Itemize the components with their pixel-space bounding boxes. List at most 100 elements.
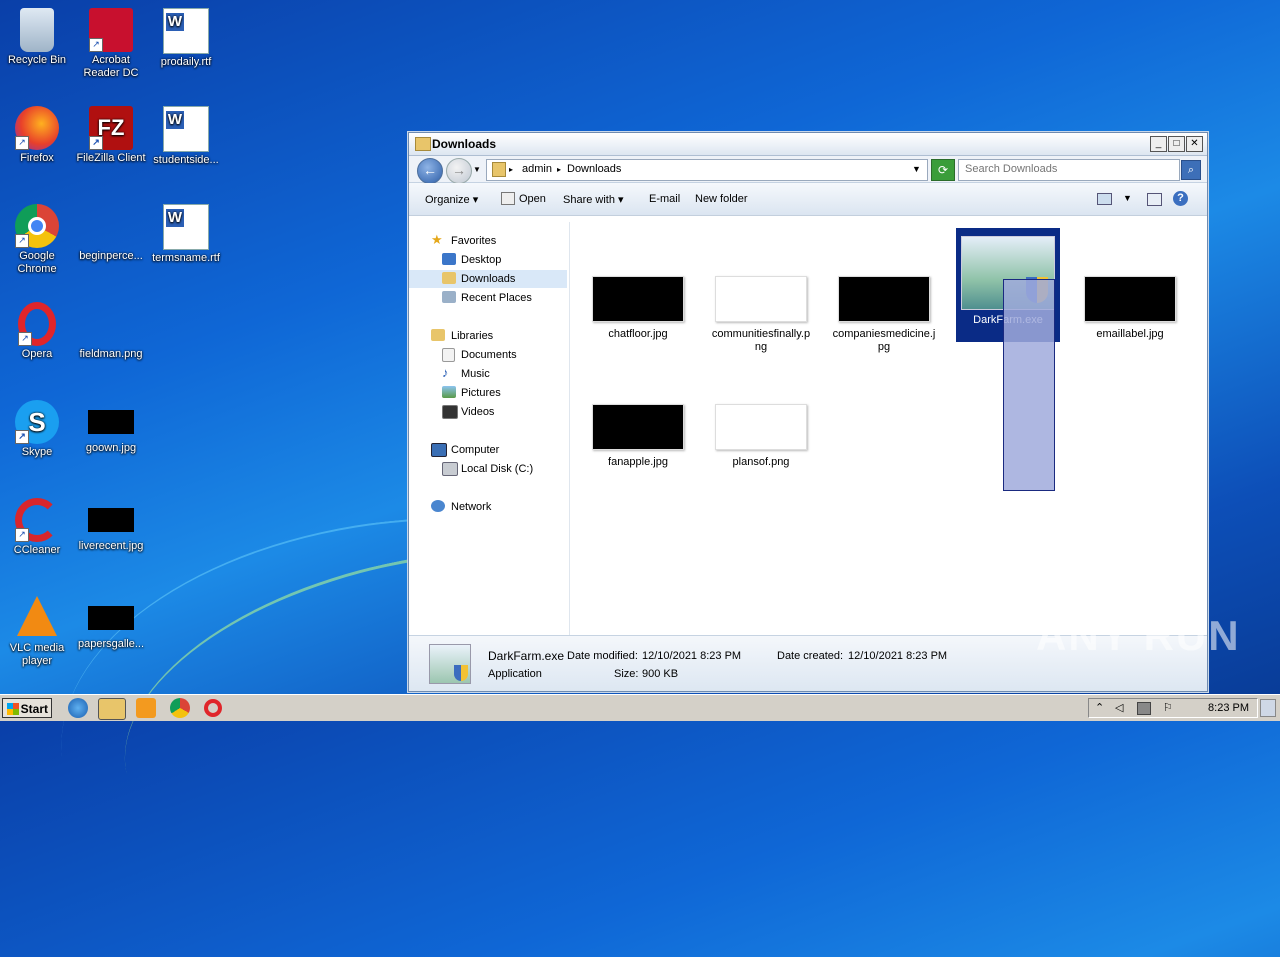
desktop-icon-ccleaner[interactable]: ↗ CCleaner xyxy=(0,494,74,557)
nav-desktop[interactable]: Desktop xyxy=(409,251,567,269)
maximize-button[interactable]: □ xyxy=(1168,136,1185,152)
clock[interactable]: 8:23 PM xyxy=(1208,702,1249,714)
start-button[interactable]: Start xyxy=(2,698,52,718)
details-size-label: Size: xyxy=(614,668,639,680)
file-item[interactable]: plansof.png xyxy=(706,404,816,469)
show-hidden-icons-icon[interactable]: ⌃ xyxy=(1095,701,1104,714)
details-created-label: Date created: xyxy=(777,650,844,662)
nav-pictures[interactable]: Pictures xyxy=(409,384,567,402)
windows-explorer-icon[interactable] xyxy=(98,698,126,720)
firefox-icon: ↗ xyxy=(15,106,59,150)
desktop-icon-firefox[interactable]: ↗ Firefox xyxy=(0,102,74,165)
chevron-right-icon[interactable]: ▸ xyxy=(509,165,513,174)
nav-favorites[interactable]: ★ Favorites xyxy=(409,232,567,250)
address-bar[interactable]: ▸ admin ▸ Downloads ▼ xyxy=(486,159,928,181)
image-thumbnail-icon xyxy=(88,508,134,532)
icon-label: Google Chrome xyxy=(17,250,57,275)
word-document-icon xyxy=(163,204,209,250)
details-file-type: Application xyxy=(488,668,542,680)
back-button[interactable]: ← xyxy=(417,158,443,184)
breadcrumb-downloads[interactable]: Downloads xyxy=(567,163,621,175)
desktop-icon-liverecent[interactable]: liverecent.jpg xyxy=(74,494,148,553)
desktop-icon-fieldman[interactable]: fieldman.png xyxy=(74,298,148,361)
network-status-icon[interactable] xyxy=(1137,702,1151,715)
desktop-icon-filezilla[interactable]: FZ ↗ FileZilla Client xyxy=(74,102,148,165)
desktop-icon-goown[interactable]: goown.jpg xyxy=(74,396,148,455)
organize-button[interactable]: Organize ▾ xyxy=(425,193,478,206)
explorer-window[interactable]: Downloads _ □ ✕ ← → ▼ ▸ admin ▸ Download… xyxy=(408,132,1208,692)
refresh-button[interactable]: ⟳ xyxy=(931,159,955,181)
opera-icon[interactable] xyxy=(204,699,222,717)
desktop-icon-prodaily[interactable]: prodaily.rtf xyxy=(149,4,223,69)
address-dropdown-icon[interactable]: ▼ xyxy=(912,164,921,174)
chrome-icon[interactable] xyxy=(170,698,190,718)
breadcrumb-admin[interactable]: admin xyxy=(522,163,552,175)
media-player-icon[interactable] xyxy=(136,698,156,718)
file-item[interactable]: communitiesfinally.png xyxy=(706,276,816,354)
image-thumbnail xyxy=(838,276,930,322)
minimize-button[interactable]: _ xyxy=(1150,136,1167,152)
nav-computer[interactable]: Computer xyxy=(409,441,567,459)
recent-pages-chevron-icon[interactable]: ▼ xyxy=(473,165,481,174)
desktop-icon-acrobat[interactable]: ↗ Acrobat Reader DC xyxy=(74,4,148,80)
desktop-icon-chrome[interactable]: ↗ Google Chrome xyxy=(0,200,74,276)
nav-recent-places[interactable]: Recent Places xyxy=(409,289,567,307)
icon-label: fieldman.png xyxy=(79,348,143,360)
chrome-icon: ↗ xyxy=(15,204,59,248)
close-button[interactable]: ✕ xyxy=(1186,136,1203,152)
nav-label: Pictures xyxy=(461,387,501,399)
desktop-icon-vlc[interactable]: VLC media player xyxy=(0,592,74,668)
desktop-icon-beginperce[interactable]: beginperce... xyxy=(74,200,148,263)
image-file-icon xyxy=(89,302,133,346)
watermark: ANY RUN xyxy=(1036,612,1241,659)
open-button[interactable]: Open xyxy=(519,193,546,205)
preview-pane-icon[interactable] xyxy=(1147,193,1162,206)
file-name: companiesmedicine.jpg xyxy=(832,328,936,353)
navigation-pane: ★ Favorites Desktop Downloads Recent Pla… xyxy=(409,222,570,636)
icon-label: Acrobat Reader DC xyxy=(83,54,139,79)
internet-explorer-icon[interactable] xyxy=(68,698,88,718)
desktop-icon-papersgalle[interactable]: papersgalle... xyxy=(74,592,148,651)
change-view-icon[interactable] xyxy=(1097,193,1112,205)
show-desktop-button[interactable] xyxy=(1260,699,1276,717)
email-button[interactable]: E-mail xyxy=(649,193,680,205)
forward-button[interactable]: → xyxy=(446,158,472,184)
icon-label: liverecent.jpg xyxy=(78,540,144,552)
word-document-icon xyxy=(163,106,209,152)
view-dropdown-icon[interactable]: ▼ xyxy=(1123,193,1132,203)
search-input[interactable] xyxy=(959,160,1175,178)
file-item[interactable]: chatfloor.jpg xyxy=(583,276,693,341)
share-with-button[interactable]: Share with ▾ xyxy=(563,193,624,206)
nav-label: Recent Places xyxy=(461,292,532,304)
file-item[interactable]: fanapple.jpg xyxy=(583,404,693,469)
file-list[interactable]: chatfloor.jpg communitiesfinally.png com… xyxy=(572,222,1207,636)
nav-local-disk[interactable]: Local Disk (C:) xyxy=(409,460,567,478)
icon-label: FileZilla Client xyxy=(76,152,146,164)
chevron-right-icon[interactable]: ▸ xyxy=(557,165,561,174)
nav-documents[interactable]: Documents xyxy=(409,346,567,364)
file-item[interactable]: companiesmedicine.jpg xyxy=(829,276,939,354)
volume-icon[interactable]: ◁ xyxy=(1115,701,1123,714)
help-icon[interactable]: ? xyxy=(1173,191,1188,206)
desktop-icon-skype[interactable]: S ↗ Skype xyxy=(0,396,74,459)
image-thumbnail xyxy=(1084,276,1176,322)
nav-libraries[interactable]: Libraries xyxy=(409,327,567,345)
desktop-icon-studentside[interactable]: studentside... xyxy=(149,102,223,167)
open-icon xyxy=(501,192,515,205)
new-folder-button[interactable]: New folder xyxy=(695,193,748,205)
search-icon[interactable]: ⌕ xyxy=(1181,160,1201,180)
desktop-icon-opera[interactable]: ↗ Opera xyxy=(0,298,74,361)
action-center-flag-icon[interactable]: ⚐ xyxy=(1163,701,1173,714)
icon-label: VLC media player xyxy=(9,642,65,667)
nav-videos[interactable]: Videos xyxy=(409,403,567,421)
desktop-icon-recycle-bin[interactable]: Recycle Bin xyxy=(0,4,74,67)
desktop-icon-termsname[interactable]: termsname.rtf xyxy=(149,200,223,265)
vlc-icon xyxy=(17,596,57,636)
nav-music[interactable]: ♪ Music xyxy=(409,365,567,383)
nav-network[interactable]: Network xyxy=(409,498,567,516)
search-box[interactable] xyxy=(958,159,1180,181)
file-item[interactable]: emaillabel.jpg xyxy=(1075,276,1185,341)
title-bar[interactable]: Downloads _ □ ✕ xyxy=(409,133,1207,156)
libraries-icon xyxy=(431,329,445,341)
nav-downloads[interactable]: Downloads xyxy=(409,270,567,288)
